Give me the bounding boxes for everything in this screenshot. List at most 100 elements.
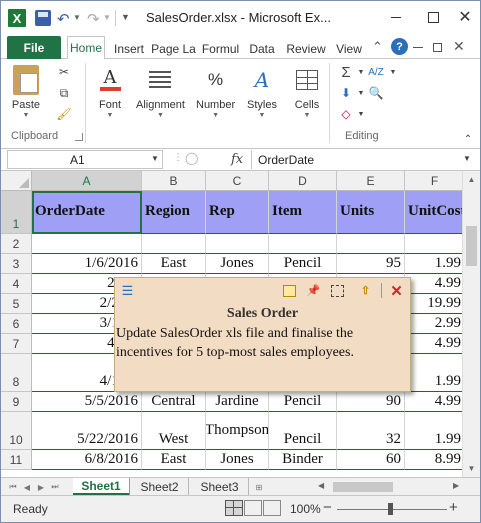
comment-popup[interactable]: ☰ 📌 ⇧ ✕ Sales Order Update SalesOrder xl… — [114, 277, 411, 392]
tab-review[interactable]: Review — [282, 38, 330, 59]
horizontal-scrollbar[interactable]: ◀ ▶ — [313, 479, 463, 495]
sort-dropdown-icon[interactable]: ▼ — [384, 64, 402, 80]
redo-dropdown-icon[interactable]: ▼ — [103, 13, 111, 22]
new-sheet-icon[interactable]: ⊞ — [253, 480, 265, 494]
select-icon[interactable] — [331, 285, 344, 297]
table-cell[interactable]: East — [142, 254, 206, 274]
table-cell[interactable] — [206, 234, 269, 254]
scroll-right-icon[interactable]: ▶ — [453, 481, 459, 490]
alignment-button[interactable]: Alignment ▼ — [136, 65, 185, 119]
format-painter-icon[interactable]: 🖌 — [55, 106, 73, 122]
close-button[interactable]: ✕ — [453, 7, 477, 27]
vertical-scrollbar[interactable]: ▲ ▼ — [462, 171, 480, 477]
row-header-10[interactable]: 10 — [1, 412, 32, 450]
cancel-icon[interactable]: ◯ — [185, 151, 198, 165]
table-cell[interactable]: 6/8/2016 — [32, 450, 142, 470]
row-header-7[interactable]: 7 — [1, 334, 32, 354]
vertical-scroll-thumb[interactable] — [466, 226, 477, 266]
name-box-dropdown-icon[interactable]: ▼ — [151, 154, 159, 163]
undo-dropdown-icon[interactable]: ▼ — [73, 13, 81, 22]
prev-sheet-icon[interactable]: ◀ — [21, 480, 33, 494]
next-sheet-icon[interactable]: ▶ — [35, 480, 47, 494]
formula-bar-grip-icon[interactable]: ⋮ — [173, 152, 183, 168]
sheet-tab-sheet1[interactable]: Sheet1 — [73, 478, 129, 495]
table-cell[interactable]: 32 — [337, 412, 405, 450]
header-cell[interactable]: Rep — [206, 191, 269, 234]
header-cell[interactable]: OrderDate — [32, 191, 142, 234]
undo-icon[interactable]: ↶ — [57, 10, 70, 28]
table-cell[interactable]: 1.99 — [405, 354, 465, 392]
zoom-level[interactable]: 100% — [290, 502, 321, 516]
table-cell[interactable]: Thompson — [206, 412, 269, 450]
table-cell[interactable]: Pencil — [269, 392, 337, 412]
scroll-down-icon[interactable]: ▼ — [463, 460, 480, 477]
workbook-minimize-button[interactable] — [413, 47, 423, 48]
clear-dropdown-icon[interactable]: ▼ — [352, 106, 370, 122]
table-cell[interactable] — [269, 234, 337, 254]
table-cell[interactable]: Jones — [206, 254, 269, 274]
header-cell[interactable]: Region — [142, 191, 206, 234]
table-cell[interactable]: Jardine — [206, 392, 269, 412]
column-header-f[interactable]: F — [405, 171, 465, 191]
table-cell[interactable]: Central — [142, 392, 206, 412]
number-button[interactable]: % Number ▼ — [196, 65, 235, 119]
header-cell[interactable]: UnitCost — [405, 191, 465, 234]
sort-filter-icon[interactable]: A/Z — [367, 64, 385, 80]
tab-data[interactable]: Data — [245, 38, 279, 59]
row-header-11[interactable]: 11 — [1, 450, 32, 470]
formula-input[interactable]: OrderDate — [251, 150, 459, 169]
row-header-8[interactable]: 8 — [1, 354, 32, 392]
horizontal-scroll-thumb[interactable] — [333, 482, 393, 492]
column-header-b[interactable]: B — [142, 171, 206, 191]
last-sheet-icon[interactable]: ⏭ — [49, 480, 61, 494]
row-header-1[interactable]: 1 — [1, 191, 32, 234]
minimize-button[interactable] — [384, 7, 408, 27]
copy-icon[interactable]: ⧉ — [55, 85, 73, 101]
redo-icon[interactable]: ↷ — [87, 10, 100, 28]
collapse-ribbon-icon[interactable]: ⌃ — [372, 39, 383, 55]
table-cell[interactable]: 60 — [337, 450, 405, 470]
row-header-3[interactable]: 3 — [1, 254, 32, 274]
table-cell[interactable]: 19.99 — [405, 294, 465, 314]
clipboard-launcher-icon[interactable] — [75, 133, 83, 141]
sheet-tab-sheet2[interactable]: Sheet2 — [131, 478, 189, 495]
zoom-in-icon[interactable]: + — [449, 499, 458, 516]
zoom-out-icon[interactable]: − — [323, 499, 332, 516]
font-button[interactable]: A Font ▼ — [95, 65, 125, 120]
name-box[interactable]: A1 — [7, 150, 163, 169]
drag-handle-icon[interactable]: ☰ — [120, 283, 135, 298]
note-icon[interactable] — [283, 285, 296, 297]
workbook-close-button[interactable]: ✕ — [453, 38, 465, 55]
first-sheet-icon[interactable]: ⏮ — [7, 480, 19, 494]
row-header-4[interactable]: 4 — [1, 274, 32, 294]
page-break-view-icon[interactable] — [263, 500, 281, 516]
save-icon[interactable] — [35, 10, 51, 26]
tab-file[interactable]: File — [7, 36, 61, 59]
tab-home[interactable]: Home — [67, 36, 105, 60]
normal-view-icon[interactable] — [225, 500, 243, 516]
row-header-5[interactable]: 5 — [1, 294, 32, 314]
table-cell[interactable] — [337, 234, 405, 254]
table-cell[interactable]: 1.99 — [405, 254, 465, 274]
scroll-left-icon[interactable]: ◀ — [318, 481, 324, 490]
table-cell[interactable]: Pencil — [269, 412, 337, 450]
zoom-slider-thumb[interactable] — [388, 503, 393, 515]
page-layout-view-icon[interactable] — [244, 500, 262, 516]
paste-button[interactable]: Paste ▼ — [11, 65, 41, 119]
table-cell[interactable]: 4.99 — [405, 274, 465, 294]
tab-view[interactable]: View — [332, 38, 366, 59]
maximize-button[interactable] — [421, 7, 445, 27]
table-cell[interactable]: 5/5/2016 — [32, 392, 142, 412]
bring-to-top-icon[interactable]: ⇧ — [358, 283, 373, 298]
help-icon[interactable]: ? — [391, 38, 408, 55]
table-cell[interactable]: 1/6/2016 — [32, 254, 142, 274]
find-select-icon[interactable]: 🔍 — [367, 85, 385, 101]
table-cell[interactable]: Pencil — [269, 254, 337, 274]
tab-formulas[interactable]: Formul — [199, 38, 242, 59]
row-header-6[interactable]: 6 — [1, 314, 32, 334]
table-cell[interactable]: East — [142, 450, 206, 470]
column-header-e[interactable]: E — [337, 171, 405, 191]
sheet-tab-sheet3[interactable]: Sheet3 — [191, 478, 249, 495]
table-cell[interactable] — [405, 234, 465, 254]
expand-formula-bar-icon[interactable]: ▼ — [463, 154, 471, 163]
